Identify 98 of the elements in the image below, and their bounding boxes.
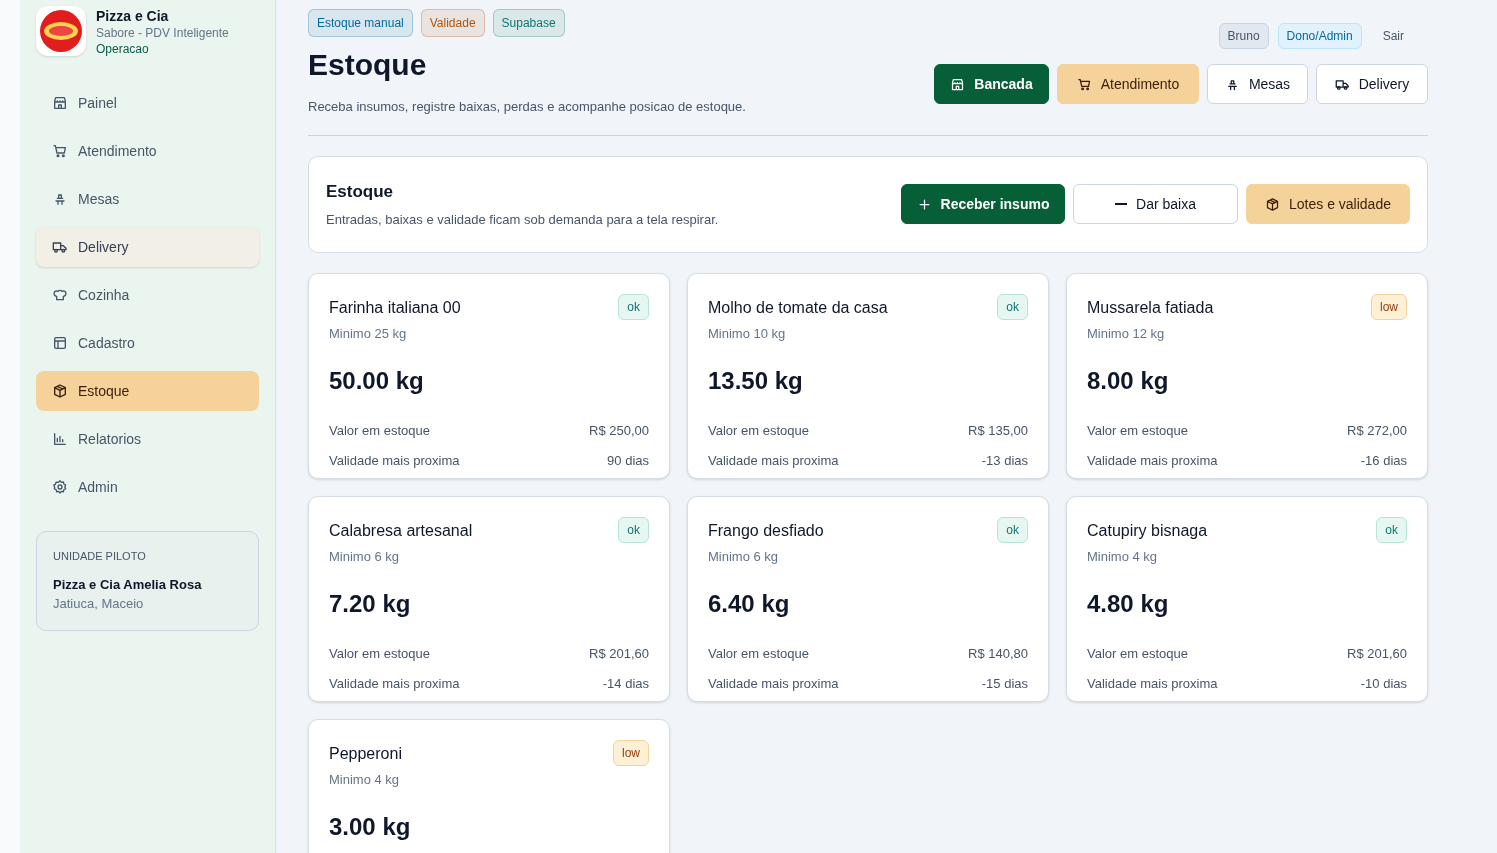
quantity-text: 50.00 kg [329,366,425,396]
expiry-label: Validade mais proxima [329,451,460,470]
minimum-text: Minimo 12 kg [1087,324,1166,343]
sidebar-item[interactable]: Delivery [36,227,259,267]
status-badge: low [1371,293,1407,320]
item-name: Mussarela fatiada [1087,297,1214,318]
action-button[interactable]: Receber insumo [901,184,1065,224]
minimum-text: Minimo 4 kg [1087,547,1159,566]
chef-hat-icon [52,287,68,303]
quantity-text: 6.40 kg [708,589,791,619]
tag: Estoque manual [308,9,413,37]
minimum-text: Minimo 6 kg [329,547,401,566]
expiry-label: Validade mais proxima [708,674,839,693]
expiry-text: -13 dias [981,451,1028,470]
action-button[interactable]: Lotes e validade [1246,184,1410,224]
item-name: Calabresa artesanal [329,520,473,541]
cart-icon [1076,76,1092,92]
item-name: Pepperoni [329,743,402,764]
page-description: Receba insumos, registre baixas, perdas e acompanhe posicao de estoque. [308,98,746,116]
unit-caption: UNIDADE PILOTO [53,549,147,564]
sidebar-item[interactable]: Admin [36,467,259,507]
item-name: Catupiry bisnaga [1087,520,1208,541]
status-badge: ok [997,293,1028,320]
quantity-text: 13.50 kg [708,366,804,396]
expiry-label: Validade mais proxima [1087,674,1218,693]
store-icon [950,76,966,92]
sidebar-item[interactable]: Mesas [36,179,259,219]
cart-icon [52,143,68,159]
expiry-label: Validade mais proxima [708,451,839,470]
minus-icon [1115,203,1128,205]
status-badge: ok [1376,516,1407,543]
box-icon [52,383,68,399]
logout-link[interactable]: Sair [1370,27,1416,45]
quantity-text: 4.80 kg [1087,589,1170,619]
item-name: Molho de tomate da casa [708,297,888,318]
plus-icon [916,196,932,212]
section-label: Operacao [96,41,150,57]
box-icon [1265,196,1280,212]
sidebar-item[interactable]: Cozinha [36,275,259,315]
unit-name: Pizza e Cia Amelia Rosa [53,575,203,594]
value-label: Valor em estoque [1087,422,1188,440]
expiry-text: 90 dias [607,451,649,470]
quantity-text: 7.20 kg [329,589,412,619]
expiry-text: -15 dias [981,674,1028,693]
value-text: R$ 135,00 [968,422,1028,440]
minimum-text: Minimo 4 kg [329,770,401,789]
panel-title: Estoque [326,180,395,203]
status-badge: ok [618,293,649,320]
truck-icon [52,239,68,255]
value-label: Valor em estoque [329,422,430,440]
brand-subtitle: Sabore - PDV Inteligente [96,25,229,41]
bar-chart-icon [52,431,68,447]
value-text: R$ 272,00 [1347,422,1407,440]
tag: Supabase [492,9,565,37]
value-text: R$ 140,80 [968,645,1028,663]
value-label: Valor em estoque [1087,645,1188,663]
action-button[interactable]: Atendimento [1057,64,1199,104]
sidebar-item[interactable]: Relatorios [36,419,259,459]
value-label: Valor em estoque [708,645,809,663]
sidebar-item[interactable]: Estoque [36,371,259,411]
role-badge: Dono/Admin [1277,23,1362,49]
value-text: R$ 201,60 [589,645,649,663]
value-text: R$ 201,60 [1347,645,1407,663]
minimum-text: Minimo 25 kg [329,324,408,343]
action-button[interactable]: Mesas [1207,64,1308,104]
expiry-text: -16 dias [1360,451,1407,470]
expiry-label: Validade mais proxima [1087,451,1218,470]
sidebar-item[interactable]: Atendimento [36,131,259,171]
value-label: Valor em estoque [708,422,809,440]
tag: Validade [420,9,485,37]
brand-name: Pizza e Cia [96,7,170,25]
quantity-text: 8.00 kg [1087,366,1170,396]
page-title: Estoque [308,47,428,83]
value-label: Valor em estoque [329,645,430,663]
action-button[interactable]: Dar baixa [1073,184,1238,224]
action-button[interactable]: Bancada [934,64,1049,104]
status-badge: low [613,739,649,766]
logo-icon [36,6,86,56]
item-name: Frango desfiado [708,520,824,541]
user-badge: Bruno [1218,23,1269,49]
panel-description: Entradas, baixas e validade ficam sob demanda para a tela respirar. [326,211,719,229]
value-text: R$ 250,00 [589,422,649,440]
minimum-text: Minimo 6 kg [708,547,780,566]
store-icon [52,95,68,111]
status-badge: ok [997,516,1028,543]
sidebar-item[interactable]: Cadastro [36,323,259,363]
unit-location: Jatiuca, Maceio [53,595,145,613]
expiry-text: -10 dias [1360,674,1407,693]
status-badge: ok [618,516,649,543]
action-button[interactable]: Delivery [1316,64,1428,104]
settings-icon [52,479,68,495]
item-name: Farinha italiana 00 [329,297,461,318]
expiry-text: -14 dias [602,674,649,693]
quantity-text: 3.00 kg [329,812,412,842]
sidebar-item[interactable]: Painel [36,83,259,123]
minimum-text: Minimo 10 kg [708,324,787,343]
expiry-label: Validade mais proxima [329,674,460,693]
layout-icon [52,335,68,351]
